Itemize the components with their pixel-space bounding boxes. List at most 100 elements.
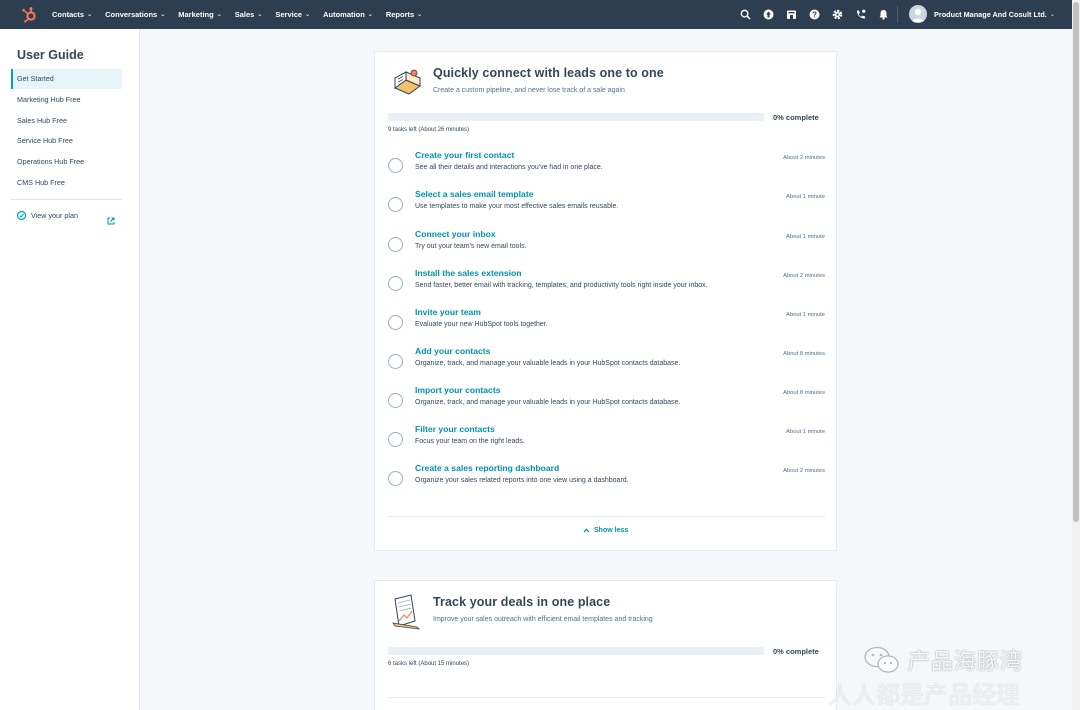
progress-bar <box>388 647 764 655</box>
hubspot-logo-icon[interactable] <box>20 6 38 24</box>
calling-icon[interactable] <box>849 0 872 29</box>
tasks-left-count: 9 tasks left <box>388 127 417 133</box>
task-description: Evaluate your new HubSpot tools together… <box>415 321 548 328</box>
nav-automation[interactable]: Automation ⌄ <box>323 10 373 19</box>
task-item: Create a sales reporting dashboard Organ… <box>388 463 825 502</box>
task-time-estimate: About 1 minute <box>786 234 825 240</box>
main-menu: Contacts ⌄ Conversations ⌄ Marketing ⌄ Sale… <box>52 10 435 19</box>
task-checkbox[interactable] <box>388 393 403 408</box>
task-title-link[interactable]: Create a sales reporting dashboard <box>415 463 559 473</box>
task-checkbox[interactable] <box>388 158 403 173</box>
plan-icon <box>17 211 26 220</box>
chevron-down-icon: ⌄ <box>87 12 93 18</box>
task-time-estimate: About 1 minute <box>786 429 825 435</box>
task-checkbox[interactable] <box>388 354 403 369</box>
chevron-down-icon: ⌄ <box>1049 11 1055 18</box>
progress-label: 0% complete <box>773 647 819 656</box>
avatar <box>909 5 927 23</box>
nav-conversations-label: Conversations <box>105 10 158 19</box>
chevron-down-icon: ⌄ <box>417 12 423 18</box>
page-scrollbar[interactable] <box>1072 0 1080 710</box>
show-less-label: Show less <box>594 527 629 534</box>
nav-contacts[interactable]: Contacts ⌄ <box>52 10 92 19</box>
task-title-link[interactable]: Connect your inbox <box>415 229 496 239</box>
sidebar-title: User Guide <box>17 48 84 62</box>
utility-icons: ? <box>734 0 895 29</box>
help-icon[interactable]: ? <box>803 0 826 29</box>
sidebar-item-get-started[interactable]: Get Started <box>11 69 122 89</box>
chevron-down-icon: ⌄ <box>160 12 166 18</box>
sidebar-item-cms-hub-free[interactable]: CMS Hub Free <box>11 173 122 193</box>
sidebar-item-operations-hub-free[interactable]: Operations Hub Free <box>11 152 122 172</box>
svg-text:?: ? <box>812 10 817 19</box>
task-item: Import your contacts Organize, track, an… <box>388 385 825 424</box>
task-description: Send faster, better email with tracking,… <box>415 282 708 289</box>
watermark: 产品海豚湾 <box>862 644 1023 676</box>
task-title-link[interactable]: Select a sales email template <box>415 189 533 199</box>
card-divider <box>388 697 825 698</box>
task-checkbox[interactable] <box>388 197 403 212</box>
sidebar-item-service-hub-free[interactable]: Service Hub Free <box>11 131 122 151</box>
chevron-up-icon <box>583 528 590 533</box>
nav-sales-label: Sales <box>234 10 255 19</box>
nav-marketing[interactable]: Marketing ⌄ <box>178 10 221 19</box>
task-checkbox[interactable] <box>388 237 403 252</box>
task-description: Try out your team's new email tools. <box>415 243 527 250</box>
task-title-link[interactable]: Import your contacts <box>415 385 500 395</box>
task-description: Organize, track, and manage your valuabl… <box>415 360 681 367</box>
upgrade-icon[interactable] <box>757 0 780 29</box>
task-checkbox[interactable] <box>388 315 403 330</box>
scrollbar-thumb[interactable] <box>1073 2 1079 522</box>
view-plan-label: View your plan <box>31 211 79 220</box>
sidebar-item-sales-hub-free[interactable]: Sales Hub Free <box>11 111 122 131</box>
nav-reports-label: Reports <box>385 10 415 19</box>
task-item: Invite your team Evaluate your new HubSp… <box>388 307 825 346</box>
chevron-down-icon: ⌄ <box>367 12 373 18</box>
external-link-icon[interactable] <box>107 212 115 230</box>
task-checkbox[interactable] <box>388 432 403 447</box>
task-title-link[interactable]: Install the sales extension <box>415 268 522 278</box>
task-description: Use templates to make your most effectiv… <box>415 203 619 210</box>
onboarding-card-connect-leads: Quickly connect with leads one to one Cr… <box>374 51 837 551</box>
view-plan-link[interactable]: View your plan <box>17 211 78 220</box>
account-menu[interactable]: Product Manage And Cosult Ltd. ⌄ <box>909 5 1055 23</box>
nav-conversations[interactable]: Conversations ⌄ <box>105 10 165 19</box>
card-subtitle: Create a custom pipeline, and never lose… <box>433 87 625 94</box>
account-name: Product Manage And Cosult Ltd. <box>934 9 1047 19</box>
task-title-link[interactable]: Invite your team <box>415 307 481 317</box>
settings-icon[interactable] <box>826 0 849 29</box>
onboarding-card-track-deals: Track your deals in one place Improve yo… <box>374 580 837 710</box>
show-less-button[interactable]: Show less <box>583 527 628 534</box>
nav-marketing-label: Marketing <box>178 10 214 19</box>
task-description: Focus your team on the right leads. <box>415 438 525 445</box>
task-checkbox[interactable] <box>388 471 403 486</box>
nav-sales[interactable]: Sales ⌄ <box>235 10 263 19</box>
task-time-estimate: About 2 minutes <box>783 273 825 279</box>
tasks-left-count: 6 tasks left <box>388 661 417 667</box>
task-title-link[interactable]: Add your contacts <box>415 346 490 356</box>
wechat-logo-icon <box>864 646 899 673</box>
task-time-estimate: About 1 minute <box>786 312 825 318</box>
progress-label: 0% complete <box>773 113 819 122</box>
track-deals-illustration-icon <box>389 593 423 630</box>
task-item: Select a sales email template Use templa… <box>388 189 825 228</box>
tasks-estimate: (About 15 minutes) <box>418 661 470 667</box>
task-title-link[interactable]: Filter your contacts <box>415 424 495 434</box>
notifications-icon[interactable] <box>872 0 895 29</box>
task-title-link[interactable]: Create your first contact <box>415 150 514 160</box>
chevron-down-icon: ⌄ <box>257 12 263 18</box>
marketplace-icon[interactable] <box>780 0 803 29</box>
search-icon[interactable] <box>734 0 757 29</box>
sidebar-item-marketing-hub-free[interactable]: Marketing Hub Free <box>11 90 122 110</box>
nav-reports[interactable]: Reports ⌄ <box>386 10 422 19</box>
task-time-estimate: About 8 minutes <box>783 351 825 357</box>
top-navigation-bar: Contacts ⌄ Conversations ⌄ Marketing ⌄ Sale… <box>0 0 1072 29</box>
tasks-estimate: (About 26 minutes) <box>418 127 470 133</box>
tasks-left-summary: 9 tasks left (About 26 minutes) <box>388 127 469 133</box>
progress-bar <box>388 113 764 121</box>
nav-service[interactable]: Service ⌄ <box>275 10 310 19</box>
user-guide-sidebar: User Guide Get Started Marketing Hub Fre… <box>0 29 140 710</box>
watermark-text-secondary: 人人都是产品经理 <box>828 681 1020 709</box>
task-checkbox[interactable] <box>388 276 403 291</box>
card-subtitle: Improve your sales outreach with efficie… <box>433 616 653 623</box>
